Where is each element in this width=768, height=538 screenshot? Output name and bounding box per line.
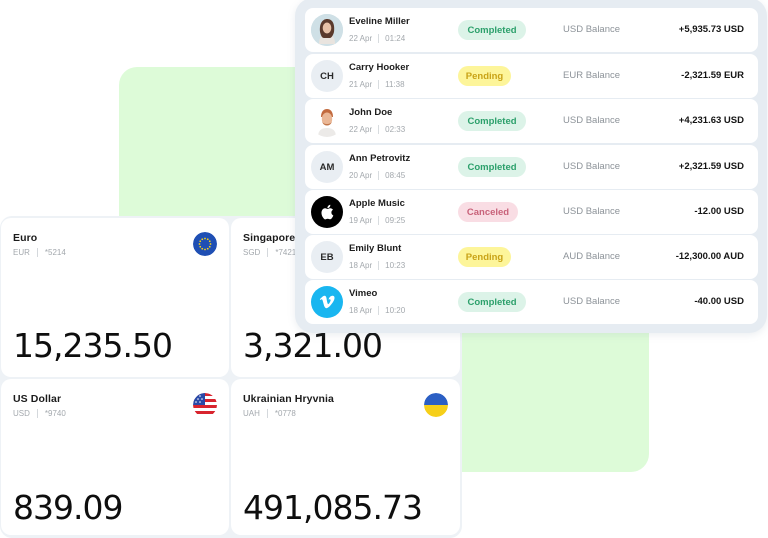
eu-flag-icon [193,232,217,256]
transaction-account: USD Balance [563,24,621,35]
transaction-account: USD Balance [563,296,621,307]
ua-flag-icon [424,393,448,417]
account-card-number: *0778 [274,409,296,418]
transaction-amount: -40.00 USD [694,296,744,307]
account-balance: 15,235.50 [13,326,173,365]
transaction-account: USD Balance [563,206,621,217]
account-balance: 839.09 [13,488,123,527]
account-currency: UAH [243,409,260,418]
transaction-name: John Doe [349,107,393,118]
account-meta: SGD *7421 [243,248,296,257]
divider [267,248,269,257]
divider [378,34,380,43]
transactions-panel: Eveline Miller 22 Apr 01:24 Completed US… [295,0,767,333]
avatar-initials: CH [311,60,343,92]
transaction-amount: +4,231.63 USD [678,115,744,126]
divider [378,261,380,270]
transaction-name: Vimeo [349,288,378,299]
divider [378,125,380,134]
transaction-datetime: 22 Apr 02:33 [349,125,405,134]
transaction-datetime: 20 Apr 08:45 [349,171,405,180]
transaction-date: 22 Apr [349,125,373,134]
transaction-datetime: 19 Apr 09:25 [349,216,405,225]
status-badge: Completed [458,157,526,177]
apple-logo-icon [311,196,343,228]
status-badge: Completed [458,292,526,312]
divider [378,216,380,225]
avatar-photo-icon [311,105,343,137]
transaction-time: 09:25 [385,216,406,225]
transaction-name: Eveline Miller [349,16,410,27]
transaction-date: 19 Apr [349,216,373,225]
transaction-time: 01:24 [385,34,406,43]
transaction-row[interactable]: John Doe 22 Apr 02:33 Completed USD Bala… [305,99,758,143]
transaction-time: 02:33 [385,125,406,134]
transaction-time: 11:38 [385,80,405,89]
avatar-initials: EB [311,241,343,273]
avatar-initials: AM [311,151,343,183]
transaction-datetime: 18 Apr 10:20 [349,306,405,315]
vimeo-logo-icon [311,286,343,318]
transaction-account: AUD Balance [563,251,621,262]
transaction-date: 18 Apr [349,306,373,315]
transaction-amount: +2,321.59 USD [678,161,744,172]
account-card-us-dollar[interactable]: US Dollar USD *9740 839.09 [1,379,229,535]
transaction-name: Apple Music [349,198,405,209]
account-currency: SGD [243,248,261,257]
transaction-account: USD Balance [563,161,621,172]
transaction-datetime: 21 Apr 11:38 [349,80,405,89]
us-flag-icon [193,393,217,417]
divider [36,248,38,257]
transaction-account: USD Balance [563,115,621,126]
status-badge: Completed [458,111,526,131]
transaction-amount: -2,321.59 EUR [681,70,744,81]
account-currency: EUR [13,248,30,257]
transaction-name: Ann Petrovitz [349,153,411,164]
account-balance: 491,085.73 [243,488,423,527]
transaction-row[interactable]: Apple Music 19 Apr 09:25 Canceled USD Ba… [305,190,758,234]
transaction-amount: +5,935.73 USD [678,24,744,35]
transaction-row[interactable]: CH Carry Hooker 21 Apr 11:38 Pending EUR… [305,54,758,98]
transaction-account: EUR Balance [563,70,621,81]
transaction-amount: -12,300.00 AUD [675,251,744,262]
transaction-time: 10:23 [385,261,406,270]
transaction-datetime: 18 Apr 10:23 [349,261,405,270]
transaction-row[interactable]: EB Emily Blunt 18 Apr 10:23 Pending AUD … [305,235,758,279]
transaction-time: 08:45 [385,171,406,180]
status-badge: Pending [458,247,511,267]
transaction-date: 20 Apr [349,171,373,180]
status-badge: Completed [458,20,526,40]
divider [378,171,380,180]
transaction-row[interactable]: AM Ann Petrovitz 20 Apr 08:45 Completed … [305,145,758,189]
status-badge: Canceled [458,202,518,222]
account-meta: EUR *5214 [13,248,66,257]
transaction-date: 21 Apr [349,80,373,89]
account-name: Ukrainian Hryvnia [243,393,334,405]
divider [36,409,38,418]
account-name: Euro [13,232,38,244]
transaction-date: 22 Apr [349,34,373,43]
account-card-number: *9740 [44,409,66,418]
account-card-euro[interactable]: Euro EUR *5214 15,235.50 [1,218,229,377]
account-name: US Dollar [13,393,62,405]
divider [266,409,268,418]
transaction-time: 10:20 [385,306,406,315]
account-meta: UAH *0778 [243,409,296,418]
transaction-row[interactable]: Vimeo 18 Apr 10:20 Completed USD Balance… [305,280,758,324]
status-badge: Pending [458,66,511,86]
transaction-name: Carry Hooker [349,62,410,73]
transaction-datetime: 22 Apr 01:24 [349,34,405,43]
account-currency: USD [13,409,30,418]
transaction-row[interactable]: Eveline Miller 22 Apr 01:24 Completed US… [305,8,758,52]
account-card-number: *5214 [44,248,66,257]
account-card-ukrainian-hryvnia[interactable]: Ukrainian Hryvnia UAH *0778 491,085.73 [231,379,460,535]
transaction-date: 18 Apr [349,261,373,270]
account-card-number: *7421 [275,248,297,257]
transaction-name: Emily Blunt [349,243,402,254]
avatar-photo-icon [311,14,343,46]
account-meta: USD *9740 [13,409,66,418]
transaction-amount: -12.00 USD [694,206,744,217]
divider [378,306,380,315]
divider [378,80,380,89]
